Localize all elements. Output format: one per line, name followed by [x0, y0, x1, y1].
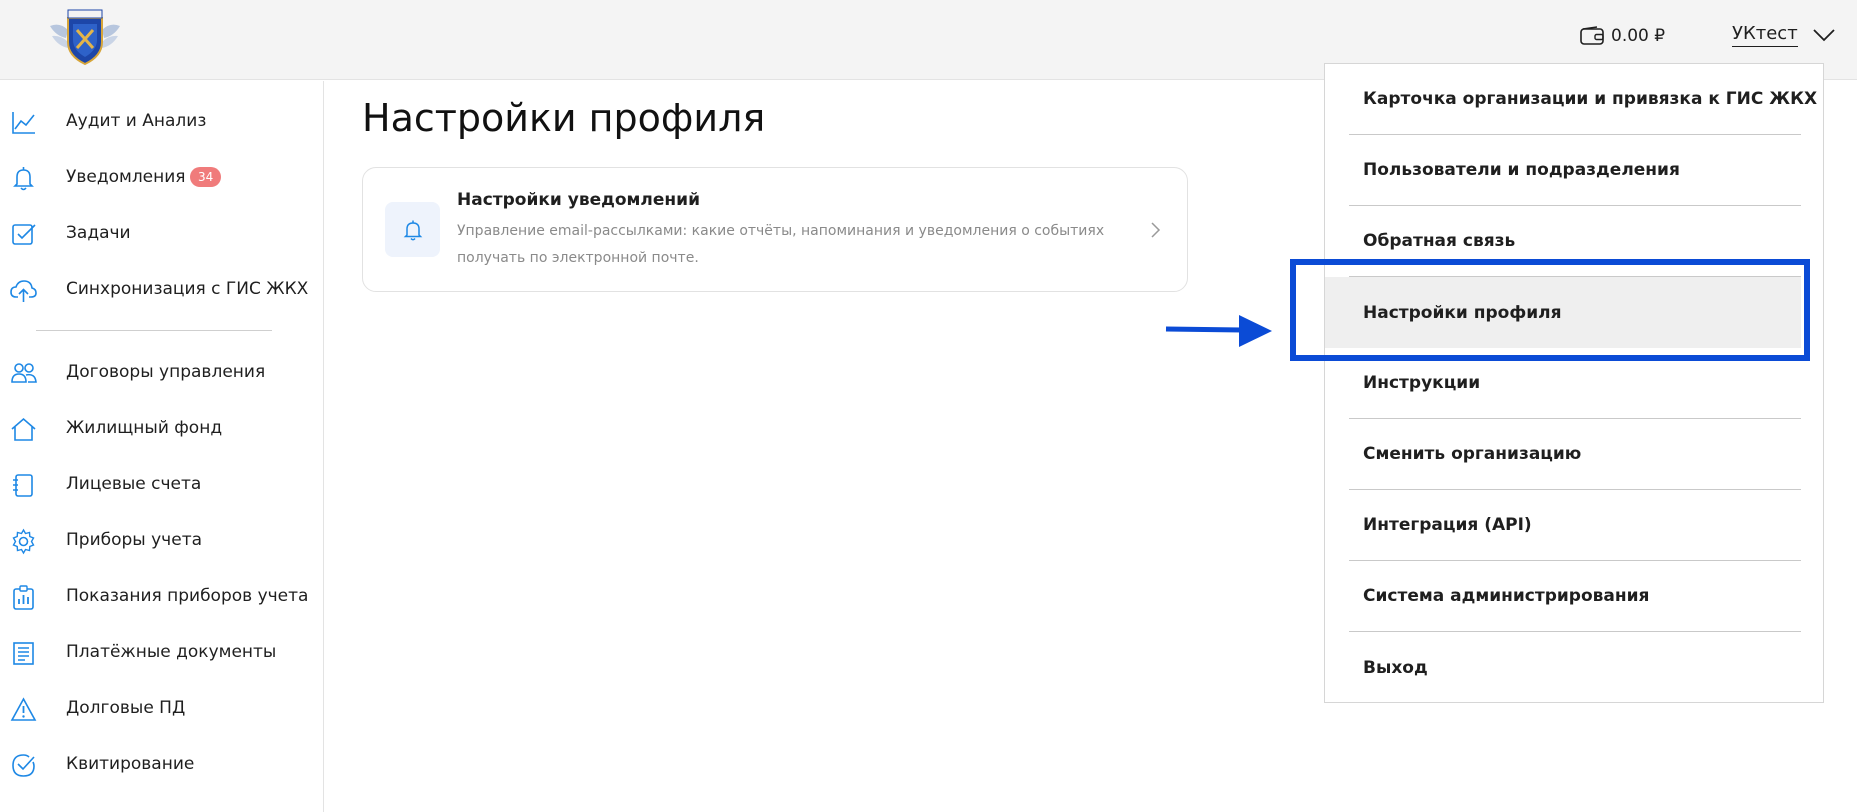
house-icon	[10, 416, 37, 443]
users-icon	[10, 360, 37, 387]
sidebar-item-audit[interactable]: Аудит и Анализ	[0, 101, 323, 141]
annotation-arrow-icon	[1165, 315, 1272, 347]
gear-icon	[10, 528, 37, 555]
sidebar: Аудит и Анализ Уведомления 34 Задачи Син…	[0, 81, 324, 812]
sidebar-item-tasks[interactable]: Задачи	[0, 213, 323, 253]
menu-item-users[interactable]: Пользователи и подразделения	[1349, 135, 1801, 206]
user-menu-toggle[interactable]: УКтест	[1732, 22, 1836, 47]
receipt-icon	[10, 640, 37, 667]
clipboard-chart-icon	[10, 584, 37, 611]
chart-line-icon	[10, 109, 37, 136]
logo[interactable]	[46, 8, 124, 66]
sidebar-item-meter-readings[interactable]: Показания приборов учета	[0, 576, 323, 616]
menu-item-admin-system[interactable]: Система администрирования	[1349, 561, 1801, 632]
sidebar-item-label: Синхронизация с ГИС ЖКХ	[66, 279, 309, 299]
sidebar-item-payment-documents[interactable]: Платёжные документы	[0, 632, 323, 672]
card-title: Настройки уведомлений	[457, 190, 700, 210]
sidebar-item-label: Показания приборов учета	[66, 586, 309, 606]
user-dropdown-menu: Карточка организации и привязка к ГИС ЖК…	[1324, 63, 1824, 703]
sidebar-item-meters[interactable]: Приборы учета	[0, 520, 323, 560]
user-name: УКтест	[1732, 22, 1798, 47]
sidebar-item-housing[interactable]: Жилищный фонд	[0, 408, 323, 448]
sidebar-item-label: Задачи	[66, 223, 131, 243]
sidebar-item-label: Квитирование	[66, 754, 195, 774]
sidebar-item-label: Лицевые счета	[66, 474, 202, 494]
menu-item-organization-card[interactable]: Карточка организации и привязка к ГИС ЖК…	[1349, 64, 1817, 135]
sidebar-item-debt-documents[interactable]: Долговые ПД	[0, 688, 323, 728]
card-description: Управление email-рассылками: какие отчёт…	[457, 223, 1105, 266]
balance-value: 0.00 ₽	[1611, 26, 1666, 46]
sidebar-item-label: Жилищный фонд	[66, 418, 223, 438]
wallet-balance[interactable]: 0.00 ₽	[1580, 24, 1665, 48]
sidebar-item-contracts[interactable]: Договоры управления	[0, 352, 323, 392]
menu-item-api-integration[interactable]: Интеграция (API)	[1349, 490, 1801, 561]
page-title: Настройки профиля	[362, 96, 766, 140]
sidebar-item-notifications[interactable]: Уведомления 34	[0, 157, 323, 197]
sidebar-item-label: Аудит и Анализ	[66, 111, 207, 131]
sidebar-item-accounts[interactable]: Лицевые счета	[0, 464, 323, 504]
chevron-right-icon	[1151, 222, 1161, 238]
sidebar-item-label: Приборы учета	[66, 530, 203, 550]
bell-icon	[10, 165, 37, 192]
notification-settings-card[interactable]: Настройки уведомлений Управление email-р…	[362, 167, 1188, 292]
checkbox-icon	[10, 221, 37, 248]
warning-triangle-icon	[10, 696, 37, 723]
sidebar-item-label: Уведомления	[66, 167, 186, 187]
menu-item-change-organization[interactable]: Сменить организацию	[1349, 419, 1801, 490]
sidebar-item-gis-sync[interactable]: Синхронизация с ГИС ЖКХ	[0, 269, 323, 309]
sidebar-divider	[36, 330, 272, 331]
menu-item-logout[interactable]: Выход	[1349, 632, 1801, 703]
sidebar-item-label: Долговые ПД	[66, 698, 186, 718]
notification-count-badge: 34	[190, 167, 222, 187]
cloud-upload-icon	[10, 277, 37, 304]
chevron-down-icon	[1813, 28, 1835, 41]
bell-icon	[385, 202, 440, 257]
highlight-box	[1290, 259, 1810, 361]
sidebar-item-reconciliation[interactable]: Квитирование	[0, 744, 323, 784]
check-circle-icon	[10, 752, 37, 779]
wallet-icon	[1580, 26, 1604, 45]
notebook-icon	[10, 472, 37, 499]
sidebar-item-label: Договоры управления	[66, 362, 266, 382]
sidebar-item-label: Платёжные документы	[66, 642, 277, 662]
